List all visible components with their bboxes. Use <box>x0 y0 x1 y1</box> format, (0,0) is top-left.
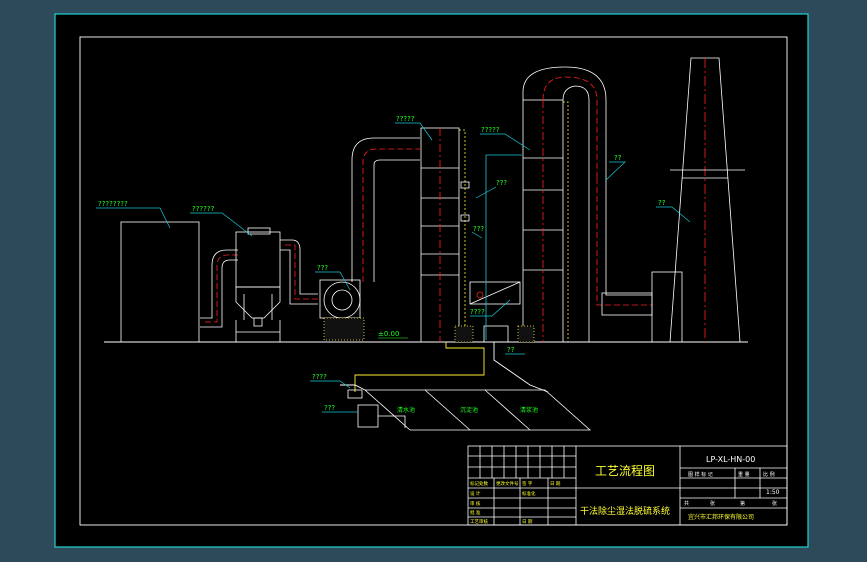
drawing-sheet <box>54 13 809 548</box>
row-label: 审 核 <box>470 500 481 507</box>
middle-upper-label: ??? <box>496 179 507 187</box>
process-flow-drawing: ???????? ?????? ??? ????? ????? ??? ??? … <box>54 13 809 548</box>
tower1-label: ????? <box>396 115 415 123</box>
filter-label: ?????? <box>192 205 215 213</box>
header-weight: 重 量 <box>738 471 750 478</box>
row-label: 批 准 <box>470 509 481 516</box>
elevation-label: ±0.00 <box>378 330 399 338</box>
drawing-subtitle: 干法除尘湿法脱硫系统 <box>580 505 670 517</box>
pool2-label: 沉淀池 <box>460 406 478 414</box>
sheet-total-unit: 张 <box>710 500 715 507</box>
sheet-total: 共 <box>684 500 689 507</box>
row-label: 签 字 <box>522 480 533 487</box>
header-mark: 图 样 标 记 <box>688 471 713 478</box>
row-label: 标准化 <box>522 490 536 497</box>
drawing-title: 工艺流程图 <box>595 463 655 478</box>
row-label: 工艺审核 <box>470 518 488 525</box>
pool3-label: 清浆池 <box>520 406 538 414</box>
tower2-label: ????? <box>481 126 500 134</box>
scale-value: 1:50 <box>766 489 780 496</box>
row-label: 标记处数 <box>470 480 488 487</box>
company-name: 宜兴市汇邦环保有限公司 <box>688 513 754 521</box>
chimney-label: ?? <box>658 199 666 207</box>
row-label: 更改文件号 <box>496 480 519 487</box>
pool1-label: 清水池 <box>397 406 415 414</box>
tower2-mid-label: ???? <box>470 308 485 316</box>
tank-label: ??? <box>324 404 335 412</box>
sheet-index-unit: 张 <box>772 500 777 507</box>
pipe-right-label: ?? <box>507 346 515 354</box>
pump-label: ???? <box>312 373 327 381</box>
row-label: 日 期 <box>550 481 561 487</box>
row-label: 日 期 <box>522 519 533 525</box>
sheet-index: 第 <box>740 500 745 507</box>
fan-label: ??? <box>317 264 328 272</box>
drawing-number: LP-XL-HN-00 <box>706 455 755 464</box>
precollector-label: ???????? <box>98 200 128 208</box>
header-scale: 比 例 <box>763 471 775 478</box>
row-label: 设 计 <box>470 490 481 497</box>
middle-lower-label: ??? <box>473 225 484 233</box>
duct-label: ?? <box>614 154 622 162</box>
